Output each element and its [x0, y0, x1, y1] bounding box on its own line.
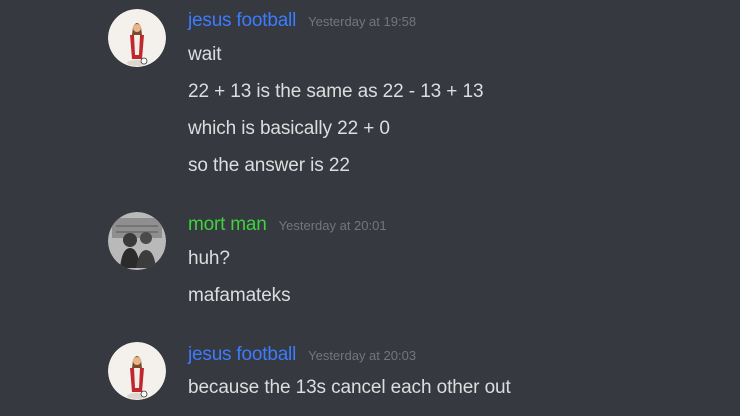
message-line: mafamateks — [188, 285, 291, 306]
jesus-avatar-icon[interactable] — [108, 342, 166, 400]
message-header: mort man Yesterday at 20:01 — [188, 214, 387, 242]
message-line: wait — [188, 44, 222, 65]
timestamp: Yesterday at 19:58 — [308, 14, 417, 29]
message-header: jesus football Yesterday at 20:03 — [188, 344, 416, 372]
message-line: so the answer is 22 — [188, 155, 350, 176]
message-header: jesus football Yesterday at 19:58 — [188, 10, 416, 38]
username[interactable]: jesus football — [188, 344, 296, 366]
chat-messages: jesus football Yesterday at 19:58 wait 2… — [0, 0, 740, 416]
mort-man-avatar-icon[interactable] — [108, 212, 166, 270]
timestamp: Yesterday at 20:03 — [308, 348, 417, 363]
username[interactable]: mort man — [188, 214, 267, 236]
message-line: huh? — [188, 248, 230, 269]
jesus-avatar-icon[interactable] — [108, 9, 166, 67]
message-line: which is basically 22 + 0 — [188, 118, 390, 139]
message-line: 22 + 13 is the same as 22 - 13 + 13 — [188, 81, 484, 102]
username[interactable]: jesus football — [188, 10, 296, 32]
timestamp: Yesterday at 20:01 — [278, 218, 387, 233]
message-line: because the 13s cancel each other out — [188, 377, 511, 398]
